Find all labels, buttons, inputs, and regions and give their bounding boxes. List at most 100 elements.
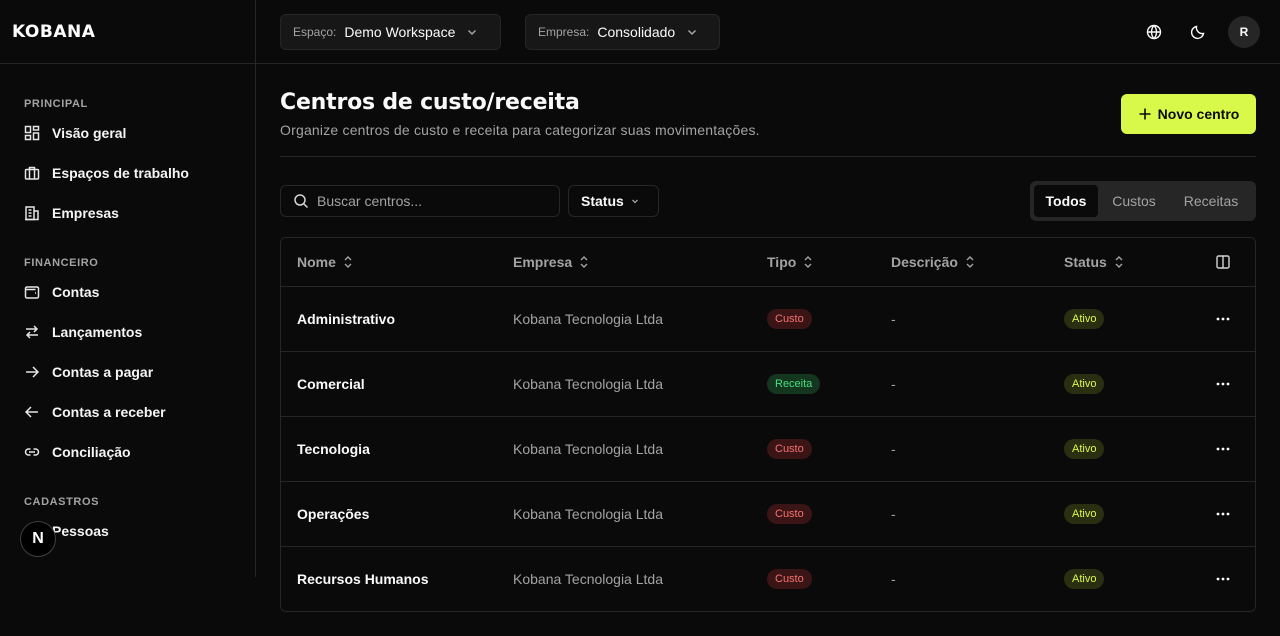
type-badge: Custo bbox=[767, 309, 812, 329]
row-actions-button[interactable] bbox=[1215, 482, 1231, 546]
tab-receitas[interactable]: Receitas bbox=[1170, 185, 1252, 217]
cell-tipo: Custo bbox=[767, 547, 812, 611]
nav-section-principal: PRINCIPAL Visão geral Espaços de trabalh… bbox=[0, 64, 256, 233]
type-badge: Custo bbox=[767, 569, 812, 589]
cell-status: Ativo bbox=[1064, 547, 1105, 611]
table-row[interactable]: Operações Kobana Tecnologia Ltda Custo -… bbox=[281, 482, 1255, 547]
sidebar-item-empresas[interactable]: Empresas bbox=[24, 193, 232, 233]
arrow-right-icon bbox=[24, 364, 40, 380]
row-actions-button[interactable] bbox=[1215, 287, 1231, 351]
chevron-down-icon bbox=[465, 25, 479, 39]
sidebar-item-pessoas[interactable]: Pessoas bbox=[24, 511, 232, 551]
top-bar: Espaço: Demo Workspace Empresa: Consolid… bbox=[256, 0, 1280, 64]
status-badge: Ativo bbox=[1064, 504, 1105, 524]
section-label-cadastros: CADASTROS bbox=[24, 496, 100, 508]
cost-centers-table: Nome Empresa Tipo Descrição Status Admin… bbox=[280, 237, 1256, 612]
workspace-selector[interactable]: Espaço: Demo Workspace bbox=[280, 14, 501, 50]
link-icon bbox=[24, 444, 40, 460]
briefcase-icon bbox=[24, 165, 40, 181]
logo-area: KOBANA bbox=[0, 0, 256, 64]
cell-empresa: Kobana Tecnologia Ltda bbox=[513, 376, 663, 392]
sort-icon bbox=[1113, 255, 1125, 269]
row-actions-button[interactable] bbox=[1215, 417, 1231, 481]
sidebar-item-lancamentos[interactable]: Lançamentos bbox=[24, 312, 232, 352]
table-header: Nome Empresa Tipo Descrição Status bbox=[281, 238, 1255, 287]
company-selector-value: Consolidado bbox=[597, 24, 676, 40]
column-header-tipo[interactable]: Tipo bbox=[767, 238, 814, 286]
column-header-status[interactable]: Status bbox=[1064, 238, 1125, 286]
cell-nome: Tecnologia bbox=[297, 441, 370, 457]
cell-status: Ativo bbox=[1064, 417, 1105, 481]
cell-tipo: Custo bbox=[767, 417, 812, 481]
sidebar-item-label: Contas a pagar bbox=[52, 364, 154, 380]
column-header-descricao[interactable]: Descrição bbox=[891, 238, 976, 286]
row-actions-button[interactable] bbox=[1215, 352, 1231, 416]
page-title: Centros de custo/receita bbox=[280, 90, 580, 115]
workspace-selector-value: Demo Workspace bbox=[344, 24, 456, 40]
table-row[interactable]: Comercial Kobana Tecnologia Ltda Receita… bbox=[281, 352, 1255, 417]
status-badge: Ativo bbox=[1064, 439, 1105, 459]
cell-nome: Operações bbox=[297, 506, 370, 522]
sidebar-item-conciliacao[interactable]: Conciliação bbox=[24, 432, 232, 472]
cell-tipo: Custo bbox=[767, 482, 812, 546]
status-badge: Ativo bbox=[1064, 569, 1105, 589]
tab-custos[interactable]: Custos bbox=[1098, 185, 1170, 217]
more-horizontal-icon bbox=[1215, 506, 1231, 522]
cell-nome: Administrativo bbox=[297, 311, 396, 327]
status-filter-dropdown[interactable]: Status bbox=[568, 185, 659, 217]
sidebar-item-contas[interactable]: Contas bbox=[24, 272, 232, 312]
columns-icon bbox=[1215, 254, 1231, 270]
floating-n-badge[interactable]: N bbox=[20, 521, 56, 557]
new-center-button[interactable]: Novo centro bbox=[1121, 94, 1256, 134]
sidebar-item-espacos[interactable]: Espaços de trabalho bbox=[24, 153, 232, 193]
cell-status: Ativo bbox=[1064, 287, 1105, 351]
status-badge: Ativo bbox=[1064, 309, 1105, 329]
company-selector-label: Empresa: bbox=[538, 25, 590, 39]
sidebar-item-contas-pagar[interactable]: Contas a pagar bbox=[24, 352, 232, 392]
more-horizontal-icon bbox=[1215, 441, 1231, 457]
table-row[interactable]: Recursos Humanos Kobana Tecnologia Ltda … bbox=[281, 547, 1255, 611]
cell-descricao: - bbox=[891, 441, 896, 457]
cell-status: Ativo bbox=[1064, 352, 1105, 416]
columns-toggle-button[interactable] bbox=[1215, 254, 1231, 270]
column-header-nome[interactable]: Nome bbox=[297, 238, 354, 286]
column-header-label: Descrição bbox=[891, 254, 958, 270]
cell-nome: Comercial bbox=[297, 376, 365, 392]
search-input[interactable] bbox=[317, 193, 537, 209]
sidebar-item-label: Lançamentos bbox=[52, 324, 143, 340]
theme-toggle-button[interactable] bbox=[1182, 16, 1214, 48]
cell-descricao: - bbox=[891, 311, 896, 327]
column-header-label: Tipo bbox=[767, 254, 797, 270]
nav-section-financeiro: FINANCEIRO Contas Lançamentos Contas a p… bbox=[0, 233, 256, 472]
table-row[interactable]: Tecnologia Kobana Tecnologia Ltda Custo … bbox=[281, 417, 1255, 482]
kobana-logo[interactable]: KOBANA bbox=[12, 22, 95, 42]
cell-tipo: Receita bbox=[767, 352, 821, 416]
user-avatar[interactable]: R bbox=[1228, 16, 1260, 48]
search-box[interactable] bbox=[280, 185, 560, 217]
sidebar-item-label: Contas bbox=[52, 284, 100, 300]
section-label-principal: PRINCIPAL bbox=[24, 98, 88, 110]
tab-todos[interactable]: Todos bbox=[1034, 185, 1098, 217]
moon-icon bbox=[1190, 24, 1206, 40]
table-row[interactable]: Administrativo Kobana Tecnologia Ltda Cu… bbox=[281, 287, 1255, 352]
plus-icon bbox=[1138, 107, 1158, 121]
status-filter-label: Status bbox=[581, 193, 624, 209]
sidebar-item-contas-receber[interactable]: Contas a receber bbox=[24, 392, 232, 432]
company-selector[interactable]: Empresa: Consolidado bbox=[525, 14, 720, 50]
sidebar-item-visao-geral[interactable]: Visão geral bbox=[24, 113, 232, 153]
header-divider bbox=[280, 156, 1256, 157]
more-horizontal-icon bbox=[1215, 311, 1231, 327]
cell-empresa: Kobana Tecnologia Ltda bbox=[513, 311, 663, 327]
sort-icon bbox=[578, 255, 590, 269]
cell-descricao: - bbox=[891, 506, 896, 522]
row-actions-button[interactable] bbox=[1215, 547, 1231, 611]
cell-empresa: Kobana Tecnologia Ltda bbox=[513, 506, 663, 522]
dashboard-icon bbox=[24, 125, 40, 141]
new-center-button-label: Novo centro bbox=[1157, 106, 1240, 122]
language-button[interactable] bbox=[1138, 16, 1170, 48]
column-header-empresa[interactable]: Empresa bbox=[513, 238, 590, 286]
sort-icon bbox=[964, 255, 976, 269]
column-header-label: Nome bbox=[297, 254, 336, 270]
cell-nome: Recursos Humanos bbox=[297, 571, 429, 587]
globe-icon bbox=[1146, 24, 1162, 40]
